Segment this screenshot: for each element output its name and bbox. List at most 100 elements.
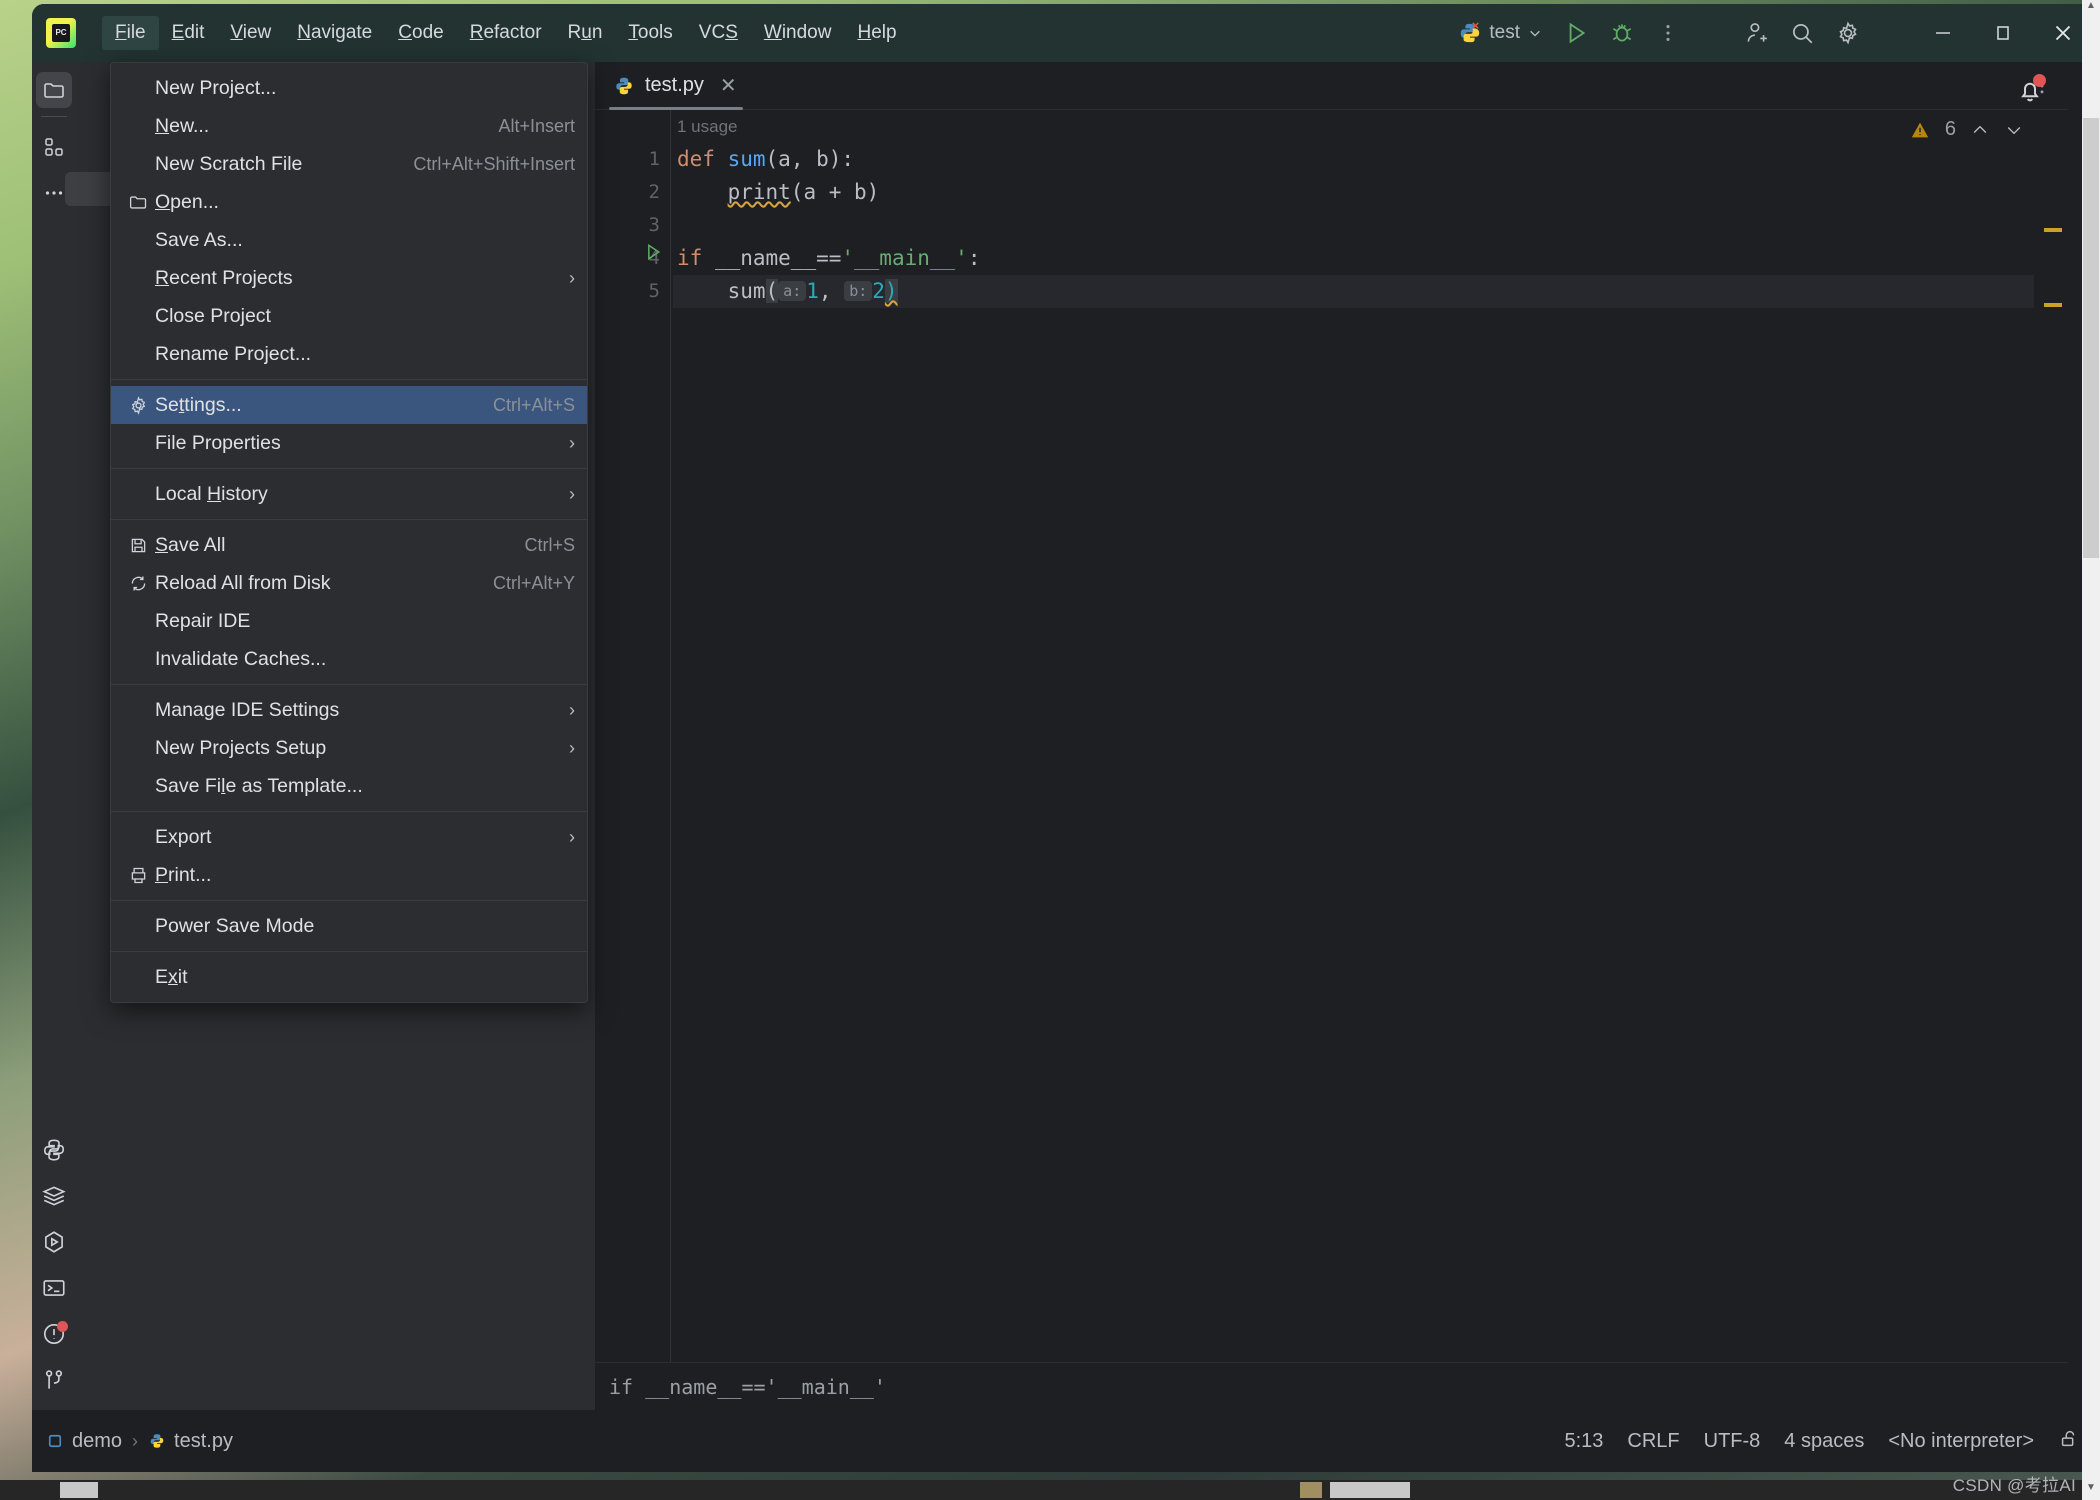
menu-edit[interactable]: Edit [159, 16, 218, 50]
notifications-button[interactable] [2004, 64, 2056, 116]
debug-button[interactable] [1600, 11, 1644, 55]
menu-item-new-projects-setup[interactable]: New Projects Setup › [111, 729, 587, 767]
sidebar-item-run[interactable] [36, 1224, 72, 1260]
maximize-window-button[interactable] [1974, 4, 2032, 62]
menu-window[interactable]: Window [751, 16, 845, 50]
menu-item-rename-project[interactable]: Rename Project... [111, 335, 587, 373]
run-config-label: test [1489, 22, 1520, 43]
menu-item-power-save-mode[interactable]: Power Save Mode [111, 907, 587, 945]
menu-help[interactable]: Help [844, 16, 909, 50]
menu-tools[interactable]: Tools [615, 16, 685, 50]
param-hint-b: b: [844, 281, 873, 301]
run-line-gutter-icon[interactable] [643, 242, 663, 262]
sidebar-item-python-packages[interactable] [36, 1132, 72, 1168]
scroll-down-arrow[interactable]: ▼ [2082, 1482, 2100, 1500]
menu-item-reload-all-from-disk[interactable]: Reload All from Disk Ctrl+Alt+Y [111, 564, 587, 602]
menu-item-exit[interactable]: Exit [111, 958, 587, 996]
menu-item-settings[interactable]: Settings... Ctrl+Alt+S [111, 386, 587, 424]
run-configuration-selector[interactable]: test [1449, 18, 1552, 48]
inspection-widget[interactable]: 6 [1909, 118, 2024, 141]
menu-navigate[interactable]: Navigate [284, 16, 385, 50]
run-button[interactable] [1554, 11, 1598, 55]
menu-item-label: Open... [155, 190, 219, 213]
menu-item-label: File Properties [155, 431, 281, 454]
previous-problem-icon[interactable] [1970, 120, 1990, 140]
python-interpreter-widget[interactable]: <No interpreter> [1888, 1430, 2034, 1453]
file-encoding-widget[interactable]: UTF-8 [1704, 1430, 1761, 1453]
scrollbar-thumb[interactable] [60, 1482, 98, 1498]
settings-gear-button[interactable] [1826, 11, 1870, 55]
menu-item-new-scratch-file[interactable]: New Scratch File Ctrl+Alt+Shift+Insert [111, 145, 587, 183]
page-vertical-scrollbar[interactable]: ▲ ▼ [2082, 0, 2100, 1500]
menu-item-invalidate-caches[interactable]: Invalidate Caches... [111, 640, 587, 678]
menu-item-recent-projects[interactable]: Recent Projects › [111, 259, 587, 297]
menu-item-repair-ide[interactable]: Repair IDE [111, 602, 587, 640]
menu-file[interactable]: File [102, 16, 159, 50]
editor-area: test.py ✕ 1 2 3 4 5 1 usage def sum(a, b… [595, 62, 2068, 1410]
minimize-window-button[interactable] [1914, 4, 1972, 62]
menu-item-local-history[interactable]: Local History › [111, 475, 587, 513]
code-line-2: print(a + b) [727, 180, 880, 204]
menu-run[interactable]: Run [555, 16, 616, 50]
menu-vcs[interactable]: VCS [686, 16, 751, 50]
menu-item-shortcut: Alt+Insert [498, 115, 575, 136]
caret-position-widget[interactable]: 5:13 [1564, 1430, 1603, 1453]
error-stripe-mark[interactable] [2044, 228, 2062, 232]
error-stripe-mark[interactable] [2044, 303, 2062, 307]
menu-item-print[interactable]: Print... [111, 856, 587, 894]
menu-item-label: New... [155, 114, 210, 137]
scrollbar-thumb-secondary[interactable] [1330, 1482, 1410, 1498]
menu-item-new-project[interactable]: New Project... [111, 69, 587, 107]
menu-item-save-all[interactable]: Save All Ctrl+S [111, 526, 587, 564]
menu-item-close-project[interactable]: Close Project [111, 297, 587, 335]
sidebar-item-structure[interactable] [36, 129, 72, 165]
menu-item-label: Repair IDE [155, 609, 251, 632]
source-code[interactable]: 1 usage def sum(a, b): print(a + b) if _… [670, 110, 2034, 1362]
sidebar-item-project[interactable] [35, 72, 72, 108]
main-menu-bar: File Edit View Navigate Code Refactor Run Tools… [102, 16, 910, 50]
file-menu-dropdown[interactable]: New Project... New... Alt+Insert New Scratc… [110, 62, 588, 1003]
sidebar-item-terminal[interactable] [36, 1270, 72, 1306]
menu-view[interactable]: View [217, 16, 284, 50]
error-stripe-gutter[interactable] [2034, 110, 2068, 1362]
line-separator-widget[interactable]: CRLF [1627, 1430, 1679, 1453]
breadcrumb-test-py[interactable]: test.py [148, 1430, 233, 1453]
python-file-icon [150, 1434, 164, 1448]
python-config-icon [1461, 22, 1480, 43]
submenu-chevron-icon: › [569, 737, 575, 758]
code-breadcrumb[interactable]: if __name__=='__main__' [595, 1375, 886, 1399]
menu-item-new[interactable]: New... Alt+Insert [111, 107, 587, 145]
menu-item-label: Recent Projects [155, 266, 293, 289]
menu-item-file-properties[interactable]: File Properties › [111, 424, 587, 462]
menu-item-manage-ide-settings[interactable]: Manage IDE Settings › [111, 691, 587, 729]
menu-item-shortcut: Ctrl+S [524, 534, 575, 555]
menu-item-save-as[interactable]: Save As... [111, 221, 587, 259]
menu-item-open[interactable]: Open... [111, 183, 587, 221]
sidebar-item-problems[interactable] [36, 1316, 72, 1352]
unlocked-padlock-icon[interactable] [2058, 1428, 2080, 1455]
indent-setting-widget[interactable]: 4 spaces [1784, 1430, 1864, 1453]
menu-item-export[interactable]: Export › [111, 818, 587, 856]
sidebar-item-database[interactable] [36, 1178, 72, 1214]
title-bar: PC File Edit View Navigate Code Refactor Run To… [32, 4, 2100, 62]
menu-separator [111, 811, 587, 812]
menu-item-label: Exit [155, 965, 188, 988]
scroll-up-arrow[interactable]: ▲ [2082, 0, 2100, 18]
more-actions-button[interactable] [1646, 11, 1690, 55]
code-view: 1 2 3 4 5 1 usage def sum(a, b): print(a… [595, 110, 2068, 1362]
add-collaborator-button[interactable] [1734, 11, 1778, 55]
search-everywhere-button[interactable] [1780, 11, 1824, 55]
breadcrumb-demo[interactable]: demo [46, 1430, 122, 1453]
submenu-chevron-icon: › [569, 432, 575, 453]
submenu-chevron-icon: › [569, 483, 575, 504]
menu-item-save-file-as-template[interactable]: Save File as Template... [111, 767, 587, 805]
scrollbar-thumb[interactable] [2083, 118, 2099, 558]
close-tab-icon[interactable]: ✕ [720, 73, 737, 98]
editor-tab-test-py[interactable]: test.py ✕ [595, 62, 751, 110]
page-horizontal-scrollbar[interactable] [0, 1480, 2082, 1500]
code-line-1: def sum(a, b): [677, 147, 855, 171]
menu-code[interactable]: Code [385, 16, 456, 50]
menu-refactor[interactable]: Refactor [457, 16, 555, 50]
sidebar-item-version-control[interactable] [36, 1362, 72, 1398]
next-problem-icon[interactable] [2004, 120, 2024, 140]
